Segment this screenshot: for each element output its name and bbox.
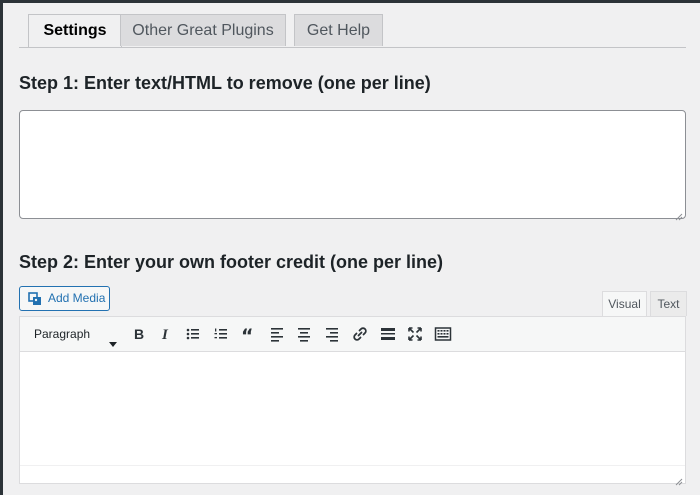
settings-tabs: Settings Other Great Plugins Get Help <box>19 14 686 48</box>
editor-toolbar: Paragraph B I “ <box>20 317 685 352</box>
blockquote-icon[interactable]: “ <box>240 325 258 343</box>
align-right-icon[interactable] <box>323 325 341 343</box>
tab-settings[interactable]: Settings <box>28 14 122 47</box>
bold-icon[interactable]: B <box>129 325 147 343</box>
format-select-value: Paragraph <box>34 327 91 341</box>
link-icon[interactable] <box>351 325 369 343</box>
numbered-list-icon[interactable] <box>212 325 230 343</box>
format-select[interactable]: Paragraph <box>24 322 122 347</box>
italic-icon[interactable]: I <box>156 325 174 343</box>
tab-get-help[interactable]: Get Help <box>294 14 383 46</box>
read-more-icon[interactable] <box>379 325 397 343</box>
add-media-label: Add Media <box>48 291 106 305</box>
step2-heading: Step 2: Enter your own footer credit (on… <box>19 252 444 272</box>
add-media-icon <box>28 291 43 314</box>
svg-text:B: B <box>134 326 144 342</box>
editor-status-bar <box>20 465 685 486</box>
fullscreen-icon[interactable] <box>406 325 424 343</box>
add-media-button[interactable]: Add Media <box>19 286 110 311</box>
bulleted-list-icon[interactable] <box>184 325 202 343</box>
dropdown-arrow-icon <box>109 332 117 354</box>
remove-text-textarea[interactable] <box>19 110 686 221</box>
align-center-icon[interactable] <box>295 325 313 343</box>
admin-top-edge <box>0 0 700 3</box>
svg-text:“: “ <box>241 325 254 343</box>
step1-heading: Step 1: Enter text/HTML to remove (one p… <box>19 73 431 93</box>
footer-credit-editor[interactable]: Paragraph B I “ <box>19 316 686 486</box>
svg-text:I: I <box>161 327 169 343</box>
toolbar-toggle-icon[interactable] <box>434 325 452 343</box>
align-left-icon[interactable] <box>268 325 286 343</box>
admin-left-edge <box>0 0 3 495</box>
resize-handle-icon[interactable] <box>675 473 683 486</box>
tab-visual[interactable]: Visual <box>602 291 647 316</box>
tab-other-great-plugins[interactable]: Other Great Plugins <box>120 14 286 46</box>
tab-text[interactable]: Text <box>650 291 687 316</box>
resize-handle-icon[interactable] <box>675 208 683 221</box>
